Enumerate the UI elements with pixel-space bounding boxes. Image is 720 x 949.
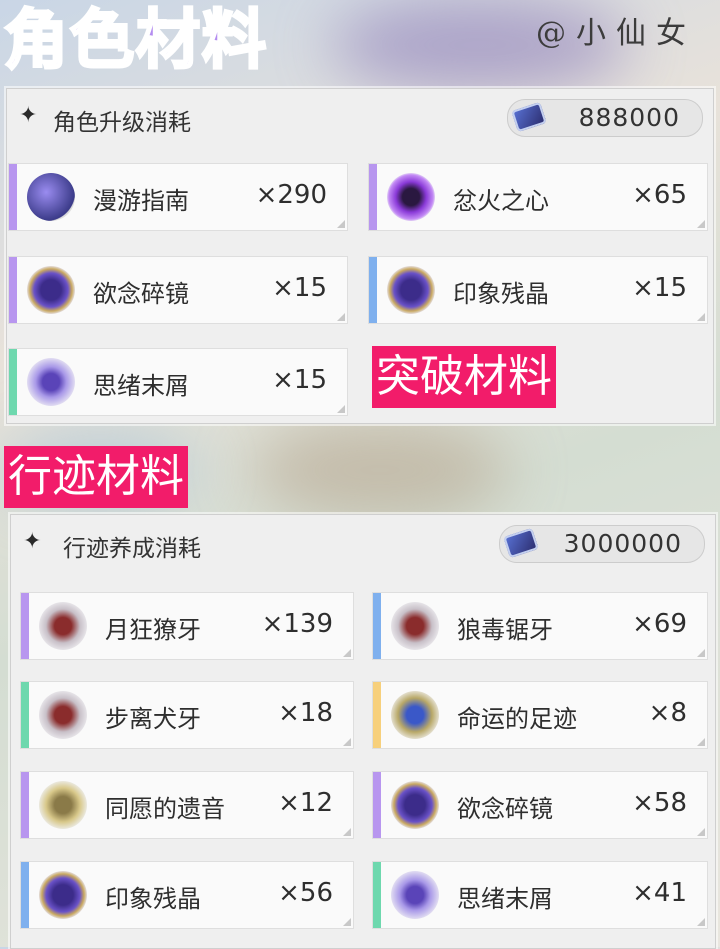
material-item[interactable]: 步离犬牙 ×18: [20, 681, 354, 749]
corner-mark: [343, 918, 351, 926]
material-name: 欲念碎镜: [93, 280, 189, 308]
credit-counter: 888000: [507, 99, 703, 137]
material-item[interactable]: 命运的足迹 ×8: [372, 681, 708, 749]
material-item[interactable]: 欲念碎镜 ×15: [8, 256, 348, 324]
material-quantity: ×58: [632, 788, 687, 818]
sparkle-icon: ✦: [19, 103, 38, 128]
panel-header: ✦ 行迹养成消耗 3000000: [11, 515, 715, 573]
material-name: 印象残晶: [453, 280, 549, 308]
material-quantity: ×15: [272, 365, 327, 395]
panel-title: 行迹养成消耗: [63, 536, 201, 562]
material-name: 欲念碎镜: [457, 795, 553, 823]
rarity-bar: [373, 862, 381, 928]
crystal-icon: [391, 781, 439, 829]
material-name: 漫游指南: [93, 187, 189, 215]
crystal-icon: [27, 266, 75, 314]
compass-icon: [391, 691, 439, 739]
corner-mark: [337, 220, 345, 228]
book-icon: [27, 173, 75, 221]
material-quantity: ×56: [278, 878, 333, 908]
rarity-bar: [21, 593, 29, 659]
trace-label: 行迹材料: [4, 446, 188, 508]
rarity-bar: [373, 593, 381, 659]
material-quantity: ×8: [648, 698, 687, 728]
corner-mark: [697, 313, 705, 321]
rarity-bar: [373, 772, 381, 838]
rarity-bar: [21, 682, 29, 748]
material-item[interactable]: 思绪末屑 ×41: [372, 861, 708, 929]
material-quantity: ×15: [632, 273, 687, 303]
corner-mark: [697, 220, 705, 228]
panel-title: 角色升级消耗: [53, 110, 191, 136]
material-quantity: ×65: [632, 180, 687, 210]
rarity-bar: [369, 164, 377, 230]
material-item[interactable]: 月狂獠牙 ×139: [20, 592, 354, 660]
sparkle-icon: ✦: [23, 529, 42, 554]
crystal-icon: [39, 871, 87, 919]
material-name: 思绪末屑: [93, 372, 189, 400]
credit-counter: 3000000: [499, 525, 705, 563]
credit-amount: 888000: [578, 103, 680, 132]
rarity-bar: [9, 349, 17, 415]
credit-icon: [511, 101, 547, 133]
material-name: 印象残晶: [105, 885, 201, 913]
material-quantity: ×41: [632, 878, 687, 908]
material-item[interactable]: 印象残晶 ×15: [368, 256, 708, 324]
corner-mark: [337, 313, 345, 321]
fang-icon: [39, 691, 87, 739]
shard-icon: [391, 871, 439, 919]
shard-icon: [27, 358, 75, 406]
material-name: 同愿的遗音: [105, 795, 225, 823]
credit-icon: [503, 527, 539, 559]
rarity-bar: [21, 772, 29, 838]
material-item[interactable]: 漫游指南 ×290: [8, 163, 348, 231]
material-item[interactable]: 欲念碎镜 ×58: [372, 771, 708, 839]
material-name: 思绪末屑: [457, 885, 553, 913]
corner-mark: [697, 918, 705, 926]
corner-mark: [697, 828, 705, 836]
material-name: 步离犬牙: [105, 705, 201, 733]
material-name: 忿火之心: [453, 187, 549, 215]
relic-icon: [39, 781, 87, 829]
material-quantity: ×69: [632, 609, 687, 639]
rarity-bar: [369, 257, 377, 323]
material-quantity: ×18: [278, 698, 333, 728]
fang-icon: [39, 602, 87, 650]
fang-icon: [391, 602, 439, 650]
material-item[interactable]: 忿火之心 ×65: [368, 163, 708, 231]
corner-mark: [697, 738, 705, 746]
corner-mark: [697, 649, 705, 657]
panel-header: ✦ 角色升级消耗 888000: [7, 89, 713, 147]
material-quantity: ×15: [272, 273, 327, 303]
corner-mark: [343, 738, 351, 746]
rarity-bar: [9, 164, 17, 230]
page-title: 角色材料: [3, 3, 268, 80]
material-name: 命运的足迹: [457, 705, 577, 733]
rarity-bar: [373, 682, 381, 748]
ember-orb-icon: [387, 173, 435, 221]
corner-mark: [343, 649, 351, 657]
watermark: @小仙女: [536, 16, 696, 51]
corner-mark: [343, 828, 351, 836]
material-item[interactable]: 思绪末屑 ×15: [8, 348, 348, 416]
rarity-bar: [9, 257, 17, 323]
crystal-icon: [387, 266, 435, 314]
material-item[interactable]: 狼毒锯牙 ×69: [372, 592, 708, 660]
rarity-bar: [21, 862, 29, 928]
material-quantity: ×12: [278, 788, 333, 818]
credit-amount: 3000000: [563, 529, 682, 558]
material-quantity: ×290: [255, 180, 327, 210]
material-name: 狼毒锯牙: [457, 616, 553, 644]
breakthrough-label: 突破材料: [372, 346, 556, 408]
material-item[interactable]: 同愿的遗音 ×12: [20, 771, 354, 839]
material-quantity: ×139: [261, 609, 333, 639]
material-name: 月狂獠牙: [105, 616, 201, 644]
material-item[interactable]: 印象残晶 ×56: [20, 861, 354, 929]
corner-mark: [337, 405, 345, 413]
